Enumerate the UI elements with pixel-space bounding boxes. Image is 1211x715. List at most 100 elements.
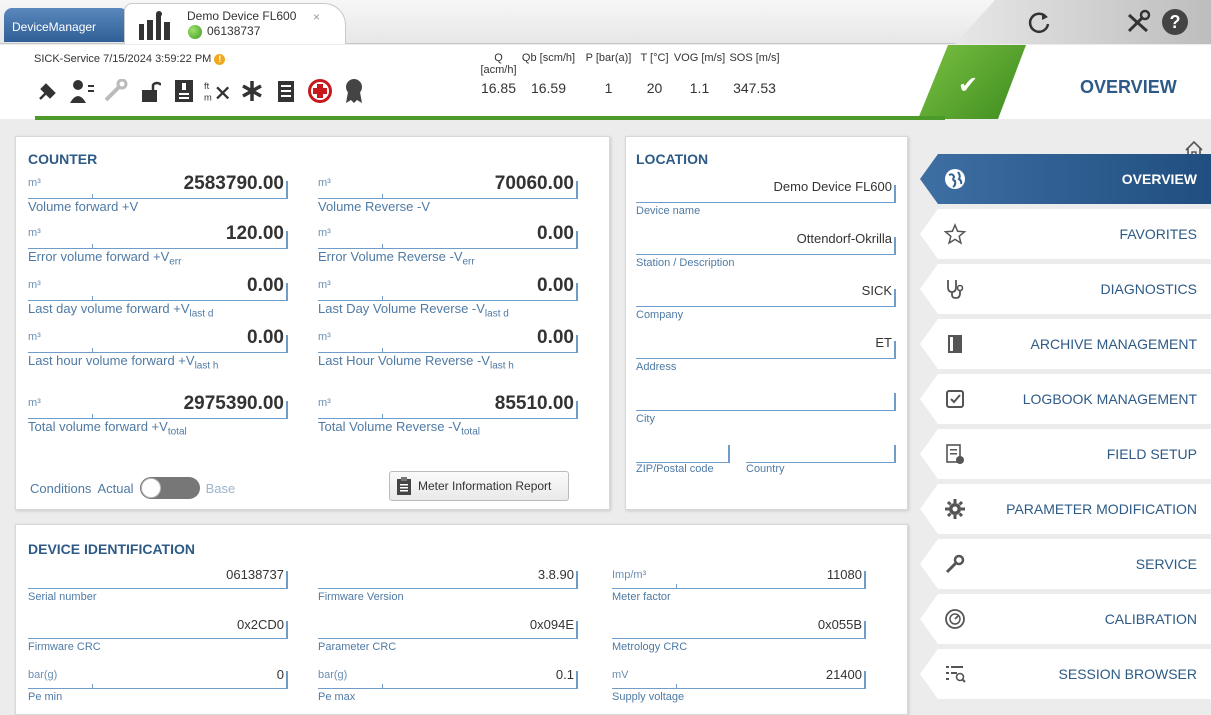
counter-field-error-volume-reverse-v-err[interactable]: m³ 0.00 <box>318 223 584 249</box>
counter-field-volume-reverse-v[interactable]: m³ 70060.00 <box>318 173 584 199</box>
nav-item-label: PARAMETER MODIFICATION <box>1006 501 1197 517</box>
device-tab-title: Demo Device FL600 <box>187 9 297 23</box>
help-icon[interactable]: ? <box>1162 9 1188 35</box>
ident-field-pe-min[interactable]: bar(g) 0 <box>28 665 294 689</box>
station-field[interactable]: Ottendorf-Okrilla <box>636 229 902 255</box>
status-divider <box>35 116 945 120</box>
unit-conversion-icon[interactable]: ft m <box>204 77 232 105</box>
ident-field-pe-max[interactable]: bar(g) 0.1 <box>318 665 584 689</box>
ident-value: 0x094E <box>529 617 574 632</box>
nav-item-overview[interactable]: OVERVIEW <box>920 154 1211 204</box>
address-field[interactable]: ET <box>636 333 902 359</box>
nav-item-service[interactable]: SERVICE <box>920 539 1211 589</box>
p-value: 1 <box>604 80 613 96</box>
device-name-field[interactable]: Demo Device FL600 <box>636 177 902 203</box>
counter-field-last-day-volume-forward-v-last-d[interactable]: m³ 0.00 <box>28 275 294 301</box>
close-tab-icon[interactable]: × <box>313 10 320 24</box>
first-aid-icon[interactable] <box>306 77 334 105</box>
unit-label: m³ <box>318 331 331 343</box>
meter-information-report-button[interactable]: Meter Information Report <box>389 471 569 501</box>
station-value: Ottendorf-Okrilla <box>796 231 892 246</box>
counter-field-total-volume-forward-v-total[interactable]: m³ 2975390.00 <box>28 393 294 419</box>
tab-devicemanager[interactable]: DeviceManager <box>4 8 128 42</box>
counter-field-last-hour-volume-forward-v-last-h[interactable]: m³ 0.00 <box>28 327 294 353</box>
counter-value: 70060.00 <box>494 173 574 194</box>
vog-value: 1.1 <box>689 80 710 96</box>
nav-item-label: SESSION BROWSER <box>1058 666 1197 682</box>
connection-icon[interactable] <box>34 77 62 105</box>
nav-item-archive-management[interactable]: ARCHIVE MANAGEMENT <box>920 319 1211 369</box>
country-field[interactable] <box>746 437 902 463</box>
ident-value: 21400 <box>825 667 862 682</box>
country-label: Country <box>746 463 785 475</box>
counter-label-text: Volume Reverse -V <box>318 199 430 214</box>
nav-item-session-browser[interactable]: SESSION BROWSER <box>920 649 1211 699</box>
ident-value: 06138737 <box>226 567 284 582</box>
nav-item-logbook-management[interactable]: LOGBOOK MANAGEMENT <box>920 374 1211 424</box>
nav-item-field-setup[interactable]: FIELD SETUP <box>920 429 1211 479</box>
unit-label: m³ <box>28 227 41 239</box>
q-value: 16.85 <box>480 80 517 96</box>
ident-field-supply-voltage[interactable]: mV 21400 <box>612 665 872 689</box>
counter-value: 0.00 <box>537 327 574 348</box>
ident-value: 11080 <box>826 567 862 582</box>
warning-icon[interactable]: ! <box>214 54 226 65</box>
ident-field-meter-factor[interactable]: Imp/m³ 11080 <box>612 565 872 589</box>
sos-header: SOS [m/s] <box>729 52 780 64</box>
star-icon <box>942 221 968 247</box>
wrench-status-icon[interactable] <box>102 77 130 105</box>
device-meter-icon <box>139 11 170 40</box>
counter-value: 0.00 <box>537 275 574 296</box>
document-icon[interactable] <box>272 77 300 105</box>
ident-field-serial-number[interactable]: 06138737 <box>28 565 294 589</box>
ident-value: 0.1 <box>555 667 574 682</box>
unit-label: m³ <box>318 177 331 189</box>
ident-label: Parameter CRC <box>318 641 397 653</box>
conditions-toggle-group: Conditions Actual Base <box>30 477 235 499</box>
counter-label: Volume forward +V <box>28 199 138 218</box>
counter-value: 85510.00 <box>494 393 574 414</box>
certificate-icon[interactable] <box>340 77 368 105</box>
asterisk-icon[interactable] <box>238 77 266 105</box>
nav-item-diagnostics[interactable]: DIAGNOSTICS <box>920 264 1211 314</box>
counter-field-last-hour-volume-reverse-v-last-h[interactable]: m³ 0.00 <box>318 327 584 353</box>
ident-label: Metrology CRC <box>612 641 688 653</box>
counter-value: 120.00 <box>225 223 284 244</box>
city-field[interactable] <box>636 385 902 411</box>
archive-icon <box>942 331 968 357</box>
parameter-list-icon[interactable] <box>170 77 198 105</box>
measurement-table: Q [acm/h] Qb [scm/h] P [bar(a)] T [°C] V… <box>480 52 782 96</box>
counter-field-total-volume-reverse-v-total[interactable]: m³ 85510.00 <box>318 393 584 419</box>
refresh-icon[interactable] <box>1026 9 1052 35</box>
company-field[interactable]: SICK <box>636 281 902 307</box>
nav-item-label: FIELD SETUP <box>1106 446 1197 462</box>
user-level-icon[interactable] <box>68 77 96 105</box>
ident-field-firmware-crc[interactable]: 0x2CD0 <box>28 615 294 639</box>
counter-label: Last Hour Volume Reverse -Vlast h <box>318 353 514 372</box>
sos-value: 347.53 <box>733 80 776 96</box>
counter-label: Last day volume forward +Vlast d <box>28 301 213 320</box>
city-label: City <box>636 413 655 425</box>
counter-field-last-day-volume-reverse-v-last-d[interactable]: m³ 0.00 <box>318 275 584 301</box>
location-panel: LOCATION Demo Device FL600 Device name O… <box>625 136 908 510</box>
nav-item-calibration[interactable]: CALIBRATION <box>920 594 1211 644</box>
field-setup-icon <box>942 441 968 467</box>
tools-icon[interactable] <box>1125 9 1153 35</box>
counter-label-text: Volume forward +V <box>28 199 139 214</box>
ident-field-parameter-crc[interactable]: 0x094E <box>318 615 584 639</box>
vog-header: VOG [m/s] <box>673 52 726 64</box>
nav-item-favorites[interactable]: FAVORITES <box>920 209 1211 259</box>
ident-field-metrology-crc[interactable]: 0x055B <box>612 615 872 639</box>
page-title: OVERVIEW <box>1080 77 1177 97</box>
zip-field[interactable] <box>636 437 736 463</box>
unlocked-icon[interactable] <box>136 77 164 105</box>
p-header: P [bar(a)] <box>585 52 632 64</box>
tab-device[interactable]: Demo Device FL600 06138737 × <box>124 3 346 44</box>
counter-field-error-volume-forward-v-err[interactable]: m³ 120.00 <box>28 223 294 249</box>
nav-item-label: LOGBOOK MANAGEMENT <box>1022 391 1197 407</box>
conditions-toggle[interactable] <box>139 477 200 499</box>
nav-item-parameter-modification[interactable]: PARAMETER MODIFICATION <box>920 484 1211 534</box>
ident-field-firmware-version[interactable]: 3.8.90 <box>318 565 584 589</box>
counter-label-subscript: err <box>169 256 182 268</box>
counter-field-volume-forward-v[interactable]: m³ 2583790.00 <box>28 173 294 199</box>
